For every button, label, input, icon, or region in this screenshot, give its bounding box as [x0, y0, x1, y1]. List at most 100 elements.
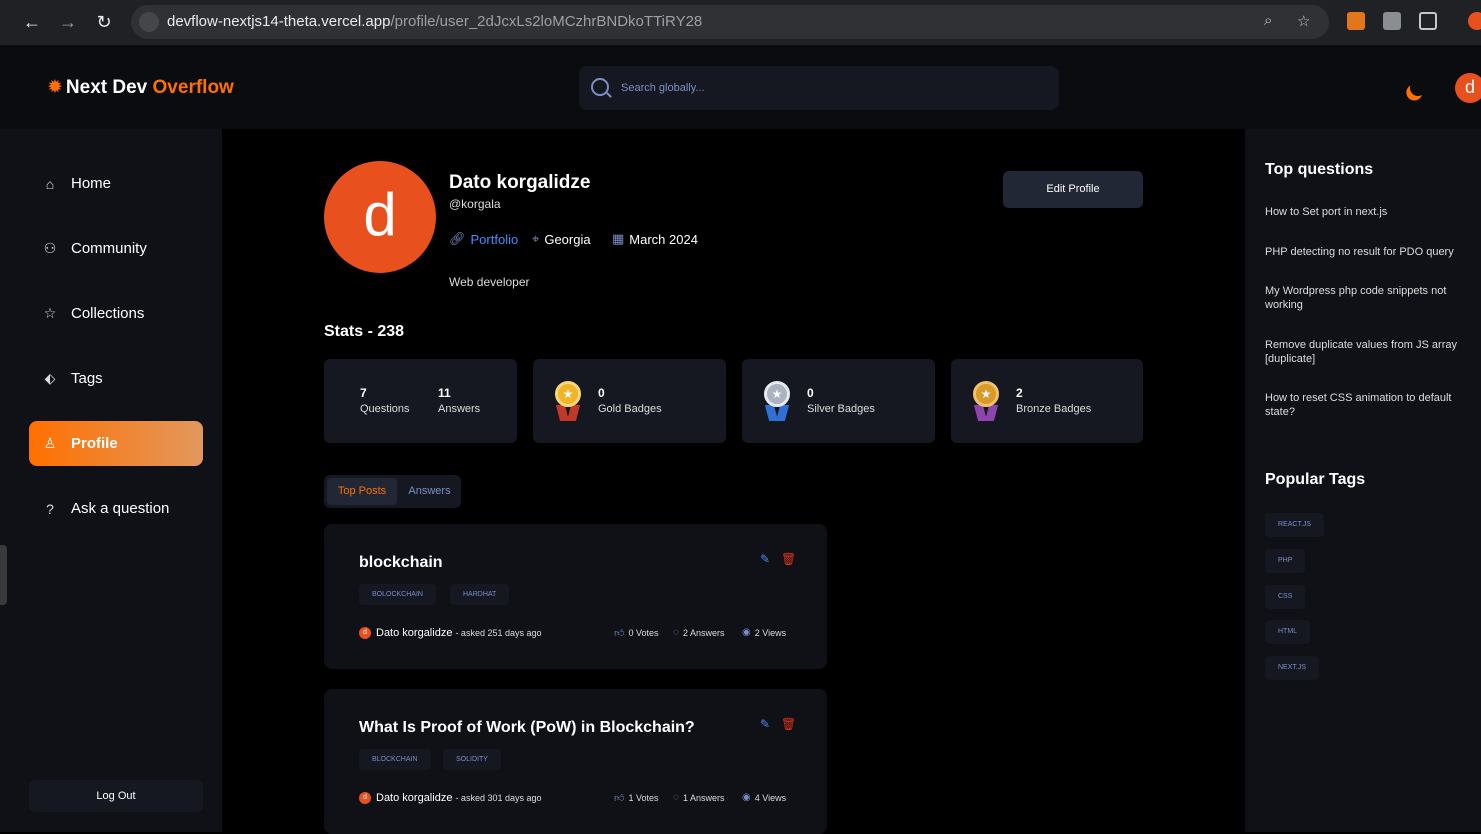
message-icon: ◌	[673, 627, 679, 638]
questions-label: Questions	[360, 403, 410, 415]
cube-extension-icon[interactable]	[1383, 12, 1401, 30]
zoom-icon[interactable]: ⌕	[1264, 12, 1272, 29]
bookmark-star-icon[interactable]: ☆	[1297, 12, 1310, 30]
portfolio-label: Portfolio	[470, 231, 519, 247]
profile-location: ⌖ Georgia	[532, 231, 591, 247]
calendar-icon: ▦	[612, 231, 625, 246]
popular-tag[interactable]: HTML	[1265, 620, 1311, 644]
top-question-link[interactable]: My Wordpress php code snippets not worki…	[1265, 284, 1465, 312]
answers-label: Answers	[438, 403, 481, 415]
profile-tabs: Top Posts Answers	[324, 475, 461, 508]
metamask-extension-icon[interactable]	[1347, 12, 1365, 30]
sidebar-item-ask-question[interactable]: ? Ask a question	[29, 486, 203, 531]
asked-time: - asked 251 days ago	[455, 628, 542, 638]
global-search	[579, 66, 1059, 110]
author-name: Dato korgalidze	[376, 627, 453, 639]
sidebar-item-profile[interactable]: ♙ Profile	[29, 421, 203, 466]
logo-sun-icon: ✹	[47, 77, 63, 98]
top-questions-title: Top questions	[1265, 161, 1374, 178]
profile-bio: Web developer	[449, 275, 530, 289]
top-question-link[interactable]: How to reset CSS animation to default st…	[1265, 391, 1465, 419]
sidebar-item-home[interactable]: ⌂ Home	[29, 161, 203, 206]
user-avatar[interactable]: d	[1455, 73, 1481, 103]
stats-title: Stats - 238	[324, 323, 405, 340]
profile-name: Dato korgalidze	[449, 172, 591, 193]
sidebar-item-collections[interactable]: ☆ Collections	[29, 291, 203, 336]
portfolio-link[interactable]: 🔗︎ Portfolio	[449, 231, 518, 247]
question-tag[interactable]: BLOCKCHAIN	[359, 749, 431, 770]
question-card[interactable]: What Is Proof of Work (PoW) in Blockchai…	[324, 689, 827, 834]
votes-metric: 👍︎ 0 Votes	[614, 627, 658, 639]
reload-icon[interactable]: ↻	[94, 12, 114, 32]
link-icon: 🔗︎	[449, 231, 466, 246]
sidebar-item-label: Tags	[71, 370, 103, 387]
eye-icon: ◉	[742, 792, 751, 803]
question-tag[interactable]: SOLIDITY	[443, 749, 501, 770]
author-avatar: d	[359, 627, 371, 639]
popular-tag[interactable]: CSS	[1265, 585, 1306, 609]
votes-text: 1 Votes	[628, 793, 659, 803]
location-pin-icon: ⌖	[532, 231, 540, 246]
sidebar-item-community[interactable]: ⚇ Community	[29, 226, 203, 271]
profile-joined: ▦ March 2024	[612, 231, 698, 247]
question-title[interactable]: What Is Proof of Work (PoW) in Blockchai…	[359, 719, 695, 737]
trash-icon[interactable]: 🗑︎	[781, 552, 796, 566]
address-bar[interactable]: devflow-nextjs14-theta.vercel.app/profil…	[131, 5, 1329, 39]
popular-tag[interactable]: REACT.JS	[1265, 513, 1325, 537]
silver-medal-icon: ★	[763, 381, 791, 421]
edit-profile-button[interactable]: Edit Profile	[1003, 171, 1143, 208]
question-title[interactable]: blockchain	[359, 554, 443, 572]
extensions-puzzle-icon[interactable]	[1419, 12, 1437, 30]
side-panel-handle[interactable]	[0, 545, 7, 605]
profile-avatar: d	[324, 161, 436, 273]
sidebar-item-label: Home	[71, 175, 112, 192]
thumbs-up-icon: 👍︎	[614, 628, 625, 639]
answers-text: 1 Answers	[682, 792, 725, 803]
silver-badges-label: Silver Badges	[807, 403, 875, 415]
question-icon: ?	[46, 500, 54, 517]
question-tag[interactable]: HARDHAT	[450, 584, 510, 605]
edit-icon[interactable]: ✎	[760, 552, 770, 566]
sidebar-item-tags[interactable]: ⬖ Tags	[29, 356, 203, 401]
silver-badges-count: 0	[807, 386, 814, 400]
gold-medal-icon: ★	[554, 381, 582, 421]
site-logo[interactable]: ✹ Next Dev Overflow	[47, 76, 234, 99]
logout-button[interactable]: Log Out	[29, 780, 203, 812]
logo-accent: Overflow	[152, 77, 234, 98]
edit-icon[interactable]: ✎	[760, 717, 770, 731]
question-author[interactable]: d Dato korgalidze - asked 301 days ago	[359, 792, 542, 804]
tag-icon: ⬖	[44, 370, 56, 386]
trash-icon[interactable]: 🗑︎	[781, 717, 796, 731]
top-question-link[interactable]: How to Set port in next.js	[1265, 205, 1465, 219]
questions-count: 7	[360, 386, 367, 400]
asked-time: - asked 301 days ago	[455, 793, 542, 803]
popular-tags-title: Popular Tags	[1265, 471, 1366, 488]
tab-answers[interactable]: Answers	[402, 478, 457, 505]
star-icon: ☆	[43, 305, 57, 321]
site-info-icon[interactable]	[139, 12, 159, 32]
user-icon: ♙	[43, 435, 57, 451]
popular-tag[interactable]: NEXT.JS	[1265, 656, 1320, 680]
users-icon: ⚇	[43, 240, 57, 256]
question-author[interactable]: d Dato korgalidze - asked 251 days ago	[359, 627, 542, 639]
back-arrow-icon[interactable]: ←	[22, 12, 42, 32]
popular-tag[interactable]: PHP	[1265, 549, 1306, 573]
global-search-input[interactable]	[621, 78, 1041, 98]
search-icon	[591, 78, 609, 96]
joined-text: March 2024	[629, 231, 698, 247]
location-text: Georgia	[544, 231, 591, 247]
answers-metric: ◌ 1 Answers	[673, 792, 724, 803]
profile-username: @korgala	[449, 197, 501, 211]
question-tag[interactable]: BOLOCKCHAIN	[359, 584, 436, 605]
question-card[interactable]: blockchain ✎ 🗑︎ BOLOCKCHAIN HARDHAT d Da…	[324, 524, 827, 669]
home-icon: ⌂	[45, 175, 55, 192]
answers-text: 2 Answers	[682, 627, 725, 638]
top-question-link[interactable]: PHP detecting no result for PDO query	[1265, 245, 1465, 259]
top-question-link[interactable]: Remove duplicate values from JS array [d…	[1265, 338, 1465, 366]
browser-profile-icon[interactable]	[1468, 12, 1481, 30]
tab-top-posts[interactable]: Top Posts	[327, 478, 397, 505]
url-path: /profile/user_2dJcxLs2loMCzhrBNDkoTTiRY2…	[390, 13, 703, 30]
forward-arrow-icon[interactable]: →	[58, 12, 78, 32]
url-text[interactable]: devflow-nextjs14-theta.vercel.app/profil…	[167, 13, 702, 30]
answers-metric: ◌ 2 Answers	[673, 627, 724, 638]
